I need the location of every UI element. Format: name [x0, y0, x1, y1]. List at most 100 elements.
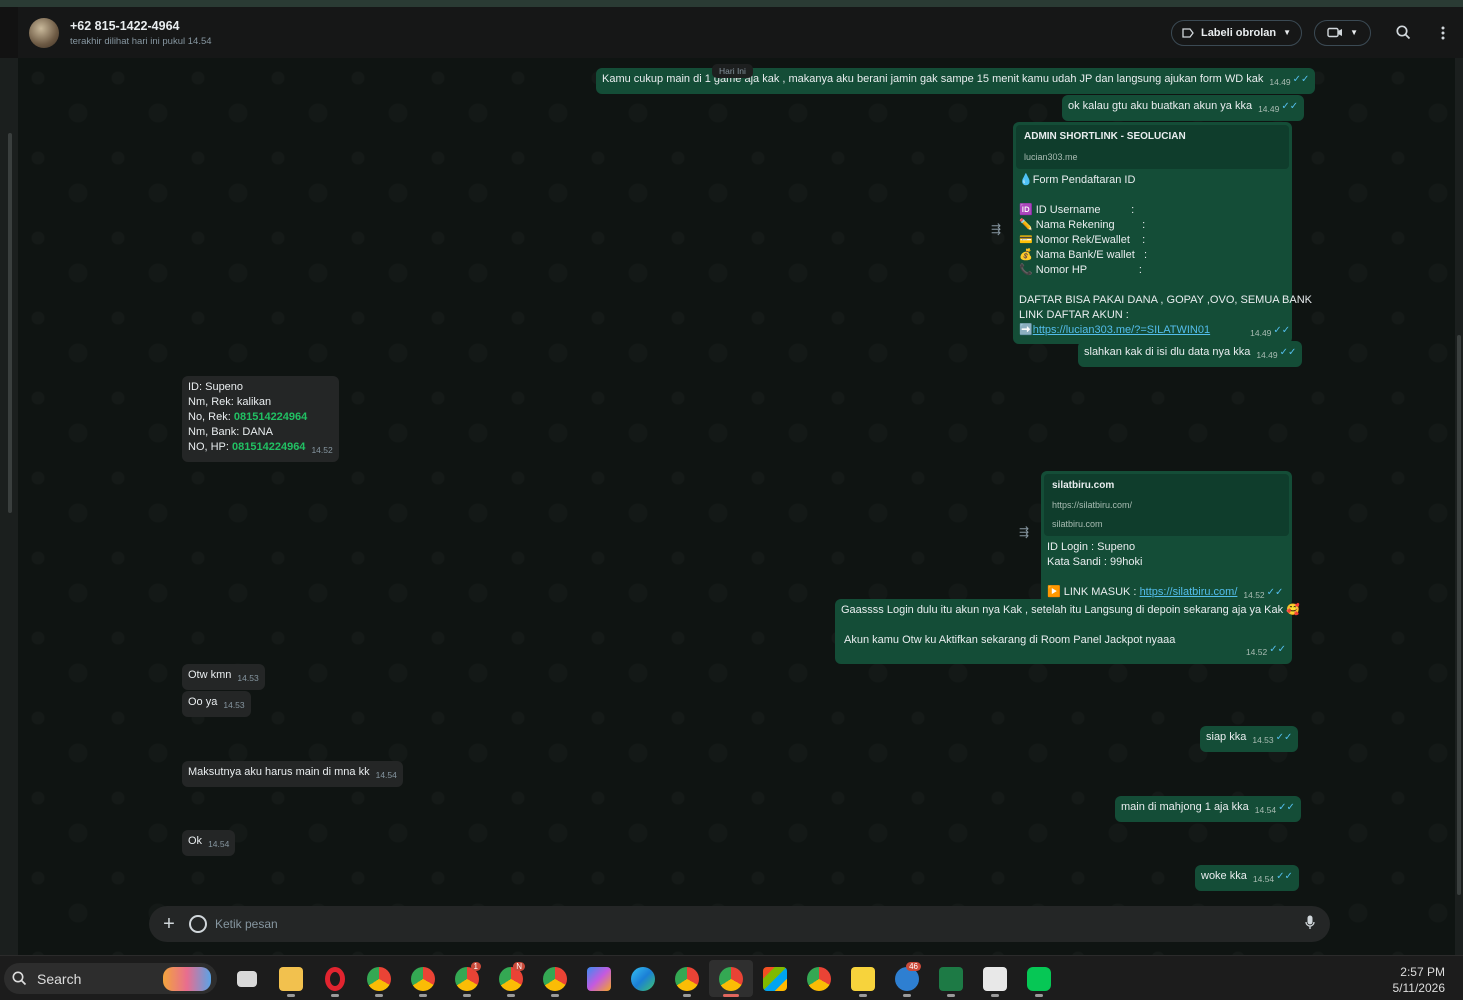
opera-button[interactable]	[313, 960, 357, 997]
message-time: 14.54	[208, 839, 230, 849]
link-preview-card[interactable]: silatbiru.com https://silatbiru.com/ sil…	[1044, 474, 1289, 536]
task-view-icon	[237, 970, 257, 987]
running-indicator	[507, 994, 515, 997]
registration-link[interactable]: https://lucian303.me/?=SILATWIN01	[1033, 324, 1210, 336]
read-ticks-icon: ✓✓	[1279, 347, 1297, 358]
folder-icon	[279, 966, 303, 991]
clock-time: 2:57 PM	[1400, 965, 1445, 979]
incoming-message[interactable]: Ok 14.54	[182, 830, 236, 856]
form-line: 💳 Nomor Rek/Ewallet :	[1019, 234, 1146, 246]
label-chat-text: Labeli obrolan	[1200, 26, 1277, 39]
message-time: 14.49	[1258, 104, 1280, 114]
chrome-profile-2-button[interactable]	[401, 960, 445, 997]
chrome-profile-5-button[interactable]	[533, 960, 577, 997]
outgoing-message[interactable]: slahkan kak di isi dlu data nya kka 14.49…	[1078, 341, 1303, 367]
message-text: Otw kmn	[188, 669, 232, 681]
outgoing-message[interactable]: ok kalau gtu aku buatkan akun ya kka 14.4…	[1062, 95, 1305, 121]
chrome-button[interactable]	[797, 960, 841, 997]
clock-date: 5/11/2026	[1392, 981, 1446, 995]
chrome-icon	[719, 966, 743, 991]
store-button[interactable]	[753, 960, 797, 997]
login-link[interactable]: https://silatbiru.com/	[1140, 586, 1238, 598]
font-viewer-button[interactable]	[973, 960, 1017, 997]
message-text: Kamu cukup main di 1 game aja kak , maka…	[602, 73, 1264, 85]
system-clock[interactable]: 2:57 PM 5/11/2026	[1393, 964, 1446, 996]
search-highlight-image	[163, 967, 211, 991]
chat-scrollbar-thumb[interactable]	[1457, 335, 1461, 895]
message-text: Maksutnya aku harus main di mna kk	[188, 766, 370, 778]
incoming-message[interactable]: Oo ya 14.53	[182, 691, 251, 717]
edge-icon	[631, 966, 655, 991]
message-text: slahkan kak di isi dlu data nya kka	[1084, 346, 1251, 358]
outgoing-message[interactable]: Kamu cukup main di 1 game aja kak , maka…	[596, 68, 1316, 94]
chrome-profile-1-button[interactable]	[357, 960, 401, 997]
message-time: 14.53	[223, 700, 245, 710]
contact-avatar[interactable]	[29, 17, 59, 48]
search-button[interactable]	[1383, 18, 1423, 48]
day-divider: Hari Ini	[712, 64, 753, 78]
running-indicator	[419, 994, 427, 997]
menu-button[interactable]	[1423, 18, 1463, 48]
running-indicator	[287, 994, 295, 997]
window-top-strip	[0, 0, 1463, 7]
attach-plus-icon[interactable]: +	[149, 913, 189, 936]
phone-number-link[interactable]: 081514224964	[232, 441, 305, 453]
message-time: 14.53	[237, 673, 259, 683]
chrome-profile-4-button[interactable]: N	[489, 960, 533, 997]
outgoing-message[interactable]: siap kka 14.53 ✓✓	[1200, 726, 1299, 752]
incoming-message[interactable]: Otw kmn 14.53	[182, 664, 265, 690]
left-scrollbar[interactable]	[0, 58, 18, 955]
line-button[interactable]	[1017, 960, 1061, 997]
chat-scrollbar[interactable]	[1455, 58, 1463, 955]
outgoing-form-message[interactable]: ADMIN SHORTLINK - SEOLUCIAN lucian303.me…	[1013, 122, 1312, 344]
excel-button[interactable]	[929, 960, 973, 997]
chrome-icon	[807, 966, 831, 991]
label-chat-button[interactable]: Labeli obrolan ▼	[1170, 19, 1303, 46]
search-icon	[1395, 25, 1410, 40]
message-input[interactable]	[215, 917, 1290, 931]
phone-link-button[interactable]: 46	[885, 960, 929, 997]
form-line: 💧Form Pendaftaran ID	[1019, 174, 1136, 186]
outgoing-message[interactable]: woke kka 14.54 ✓✓	[1195, 865, 1299, 891]
outgoing-message[interactable]: main di mahjong 1 aja kka 14.54 ✓✓	[1115, 796, 1301, 822]
chrome-profile-6-button[interactable]	[665, 960, 709, 997]
windows-taskbar: Search 1 N 46 2:57 PM 5/11/2026	[0, 955, 1463, 1000]
emoji-sticker-icon[interactable]	[189, 915, 207, 933]
edge-button[interactable]	[621, 960, 665, 997]
message-label: ▶️ LINK MASUK :	[1047, 586, 1140, 598]
running-indicator	[859, 994, 867, 997]
copilot-button[interactable]	[577, 960, 621, 997]
video-call-button[interactable]: ▼	[1314, 19, 1371, 46]
phone-number-link[interactable]: 081514224964	[234, 411, 307, 423]
forward-icon[interactable]: ⇶	[1019, 525, 1029, 539]
outgoing-login-message[interactable]: silatbiru.com https://silatbiru.com/ sil…	[1041, 471, 1292, 606]
message-line: ID Login : Supeno	[1047, 541, 1136, 553]
taskbar-search[interactable]: Search	[4, 963, 217, 994]
chrome-active-button[interactable]	[709, 960, 753, 997]
notification-badge: 1	[470, 962, 481, 971]
sticky-notes-button[interactable]	[841, 960, 885, 997]
incoming-message[interactable]: Maksutnya aku harus main di mna kk 14.54	[182, 761, 403, 787]
more-vertical-icon	[1441, 26, 1445, 39]
forward-icon[interactable]: ⇶	[991, 222, 1001, 236]
whatsapp-window: +62 815-1422-4964 terakhir dilihat hari …	[0, 0, 1463, 955]
form-line: 💰 Nama Bank/E wallet :	[1019, 249, 1148, 261]
line-app-icon	[1027, 966, 1051, 991]
task-view-button[interactable]	[225, 960, 269, 997]
left-scrollbar-thumb[interactable]	[8, 133, 12, 513]
label-icon	[1182, 27, 1194, 38]
store-icon	[763, 966, 787, 991]
message-time: 14.49	[1269, 77, 1291, 87]
contact-info[interactable]: +62 815-1422-4964 terakhir dilihat hari …	[70, 19, 212, 47]
incoming-message[interactable]: ID: Supeno Nm, Rek: kalikan No, Rek: 081…	[182, 376, 339, 462]
chrome-icon	[675, 966, 699, 991]
file-explorer-button[interactable]	[269, 960, 313, 997]
microphone-icon[interactable]	[1290, 915, 1330, 933]
outgoing-message[interactable]: Gaassss Login dulu itu akun nya Kak , se…	[835, 599, 1300, 664]
chevron-down-icon: ▼	[1283, 28, 1292, 37]
link-preview-card[interactable]: ADMIN SHORTLINK - SEOLUCIAN lucian303.me	[1016, 125, 1289, 169]
chrome-profile-3-button[interactable]: 1	[445, 960, 489, 997]
